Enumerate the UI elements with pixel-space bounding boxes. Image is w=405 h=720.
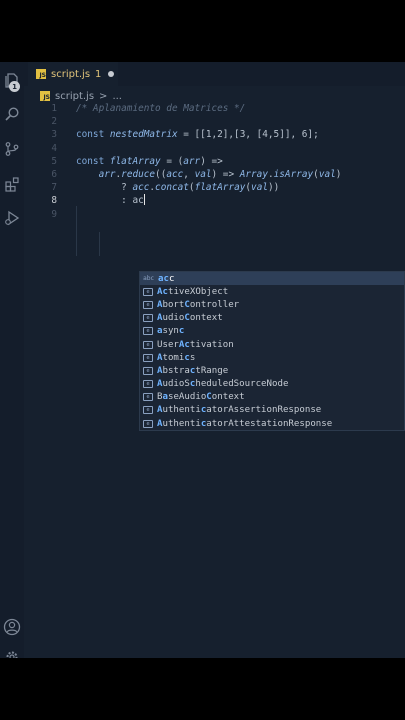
variable-suggestion-icon: e [143, 300, 153, 309]
variable-suggestion-icon: e [143, 327, 153, 336]
settings-gear-icon[interactable] [2, 647, 22, 658]
suggestion-label: AudioContext [157, 313, 223, 324]
code-line[interactable]: 9 [24, 208, 405, 221]
suggestion-item[interactable]: e async [140, 325, 404, 338]
vscode-window: 1 JS script.js 1 JS script.js > ... 1 /*… [0, 62, 405, 658]
breadcrumb-symbol[interactable]: ... [112, 91, 122, 102]
suggestion-item[interactable]: e UserActivation [140, 338, 404, 351]
suggestion-label: AbstractRange [157, 365, 229, 376]
line-number: 6 [51, 169, 57, 180]
code-line[interactable]: 4 [24, 142, 405, 155]
code-line[interactable]: 1 /* Aplanamiento de Matrices */ [24, 102, 405, 115]
explorer-badge: 1 [9, 81, 20, 92]
line-number: 1 [51, 103, 57, 114]
code-line[interactable]: 6 arr.reduce((acc, val) => Array.isArray… [24, 168, 405, 181]
suggestion-label: AuthenticatorAssertionResponse [157, 405, 322, 416]
code-line[interactable]: 3 const nestedMatrix = [[1,2],[3, [4,5]],… [24, 128, 405, 141]
suggestion-item[interactable]: e AbstractRange [140, 364, 404, 377]
suggestion-item[interactable]: e AbortController [140, 298, 404, 311]
source-control-icon[interactable] [2, 139, 22, 159]
suggestion-item[interactable]: e AuthenticatorAssertionResponse [140, 404, 404, 417]
variable-suggestion-icon: e [143, 393, 153, 402]
tab-script-js[interactable]: JS script.js 1 [28, 62, 118, 86]
code-line[interactable]: 8 : ac [24, 194, 405, 207]
indent-guide [99, 232, 100, 256]
variable-suggestion-icon: e [143, 366, 153, 375]
suggestion-item[interactable]: e Atomics [140, 351, 404, 364]
tab-filename: script.js [51, 68, 91, 80]
suggestion-label: UserActivation [157, 339, 234, 350]
run-debug-icon[interactable] [2, 208, 22, 228]
search-icon[interactable] [2, 104, 22, 124]
breadcrumb: JS script.js > ... [40, 89, 122, 103]
suggestion-item[interactable]: e AudioScheduledSourceNode [140, 378, 404, 391]
unsaved-dot-icon[interactable] [108, 71, 115, 77]
code-line[interactable]: 7 ? acc.concat(flatArray(val)) [24, 181, 405, 194]
line-number: 4 [51, 142, 57, 154]
suggestion-label: async [157, 326, 185, 337]
js-file-icon: JS [36, 69, 46, 79]
suggestion-item[interactable]: e ActiveXObject [140, 285, 404, 298]
variable-suggestion-icon: e [143, 380, 153, 389]
suggestion-item[interactable]: e BaseAudioContext [140, 391, 404, 404]
suggestion-label: AuthenticatorAttestationResponse [157, 418, 333, 429]
suggestion-label: acc [158, 273, 175, 284]
extensions-icon[interactable] [2, 174, 22, 194]
line-number: 8 [51, 195, 57, 207]
tab-problems-count: 1 [95, 68, 102, 80]
code-text: const flatArray = (arr) => [76, 155, 223, 167]
breadcrumb-js-icon: JS [40, 91, 50, 101]
activity-bar: 1 [0, 62, 24, 658]
code-text: ? acc.concat(flatArray(val)) [76, 182, 280, 194]
breadcrumb-separator: > [99, 90, 108, 102]
line-number: 2 [51, 116, 57, 128]
variable-suggestion-icon: e [143, 419, 153, 428]
code-text: const nestedMatrix = [[1,2],[3, [4,5]], … [76, 129, 319, 141]
breadcrumb-file[interactable]: script.js [55, 91, 94, 102]
variable-suggestion-icon: e [143, 406, 153, 415]
variable-suggestion-icon: e [143, 314, 153, 323]
suggestion-label: AbortController [157, 299, 240, 310]
suggestion-item[interactable]: e AuthenticatorAttestationResponse [140, 417, 404, 430]
suggestion-label: BaseAudioContext [157, 392, 245, 403]
code-text: /* Aplanamiento de Matrices */ [76, 103, 246, 114]
tab-bar: JS script.js 1 [24, 62, 405, 86]
line-number: 9 [51, 208, 57, 220]
line-number: 3 [51, 129, 57, 141]
line-number: 7 [51, 182, 57, 194]
autocomplete-suggestions: abc acc e ActiveXObject e AbortController e Aud… [139, 271, 405, 431]
line-number: 5 [51, 155, 57, 167]
text-suggestion-icon: abc [143, 275, 154, 283]
code-text: : ac [76, 194, 145, 207]
suggestion-item[interactable]: e AudioContext [140, 312, 404, 325]
variable-suggestion-icon: e [143, 340, 153, 349]
code-line[interactable]: 2 [24, 115, 405, 128]
text-cursor [143, 194, 145, 206]
variable-suggestion-icon: e [143, 287, 153, 296]
suggestion-label: Atomics [157, 352, 196, 363]
suggestion-label: ActiveXObject [157, 286, 229, 297]
code-line[interactable]: 5 const flatArray = (arr) => [24, 155, 405, 168]
account-icon[interactable] [2, 617, 22, 637]
suggestion-label: AudioScheduledSourceNode [157, 379, 289, 390]
variable-suggestion-icon: e [143, 353, 153, 362]
suggestion-item[interactable]: abc acc [140, 272, 404, 286]
code-text: arr.reduce((acc, val) => Array.isArray(v… [98, 169, 342, 180]
